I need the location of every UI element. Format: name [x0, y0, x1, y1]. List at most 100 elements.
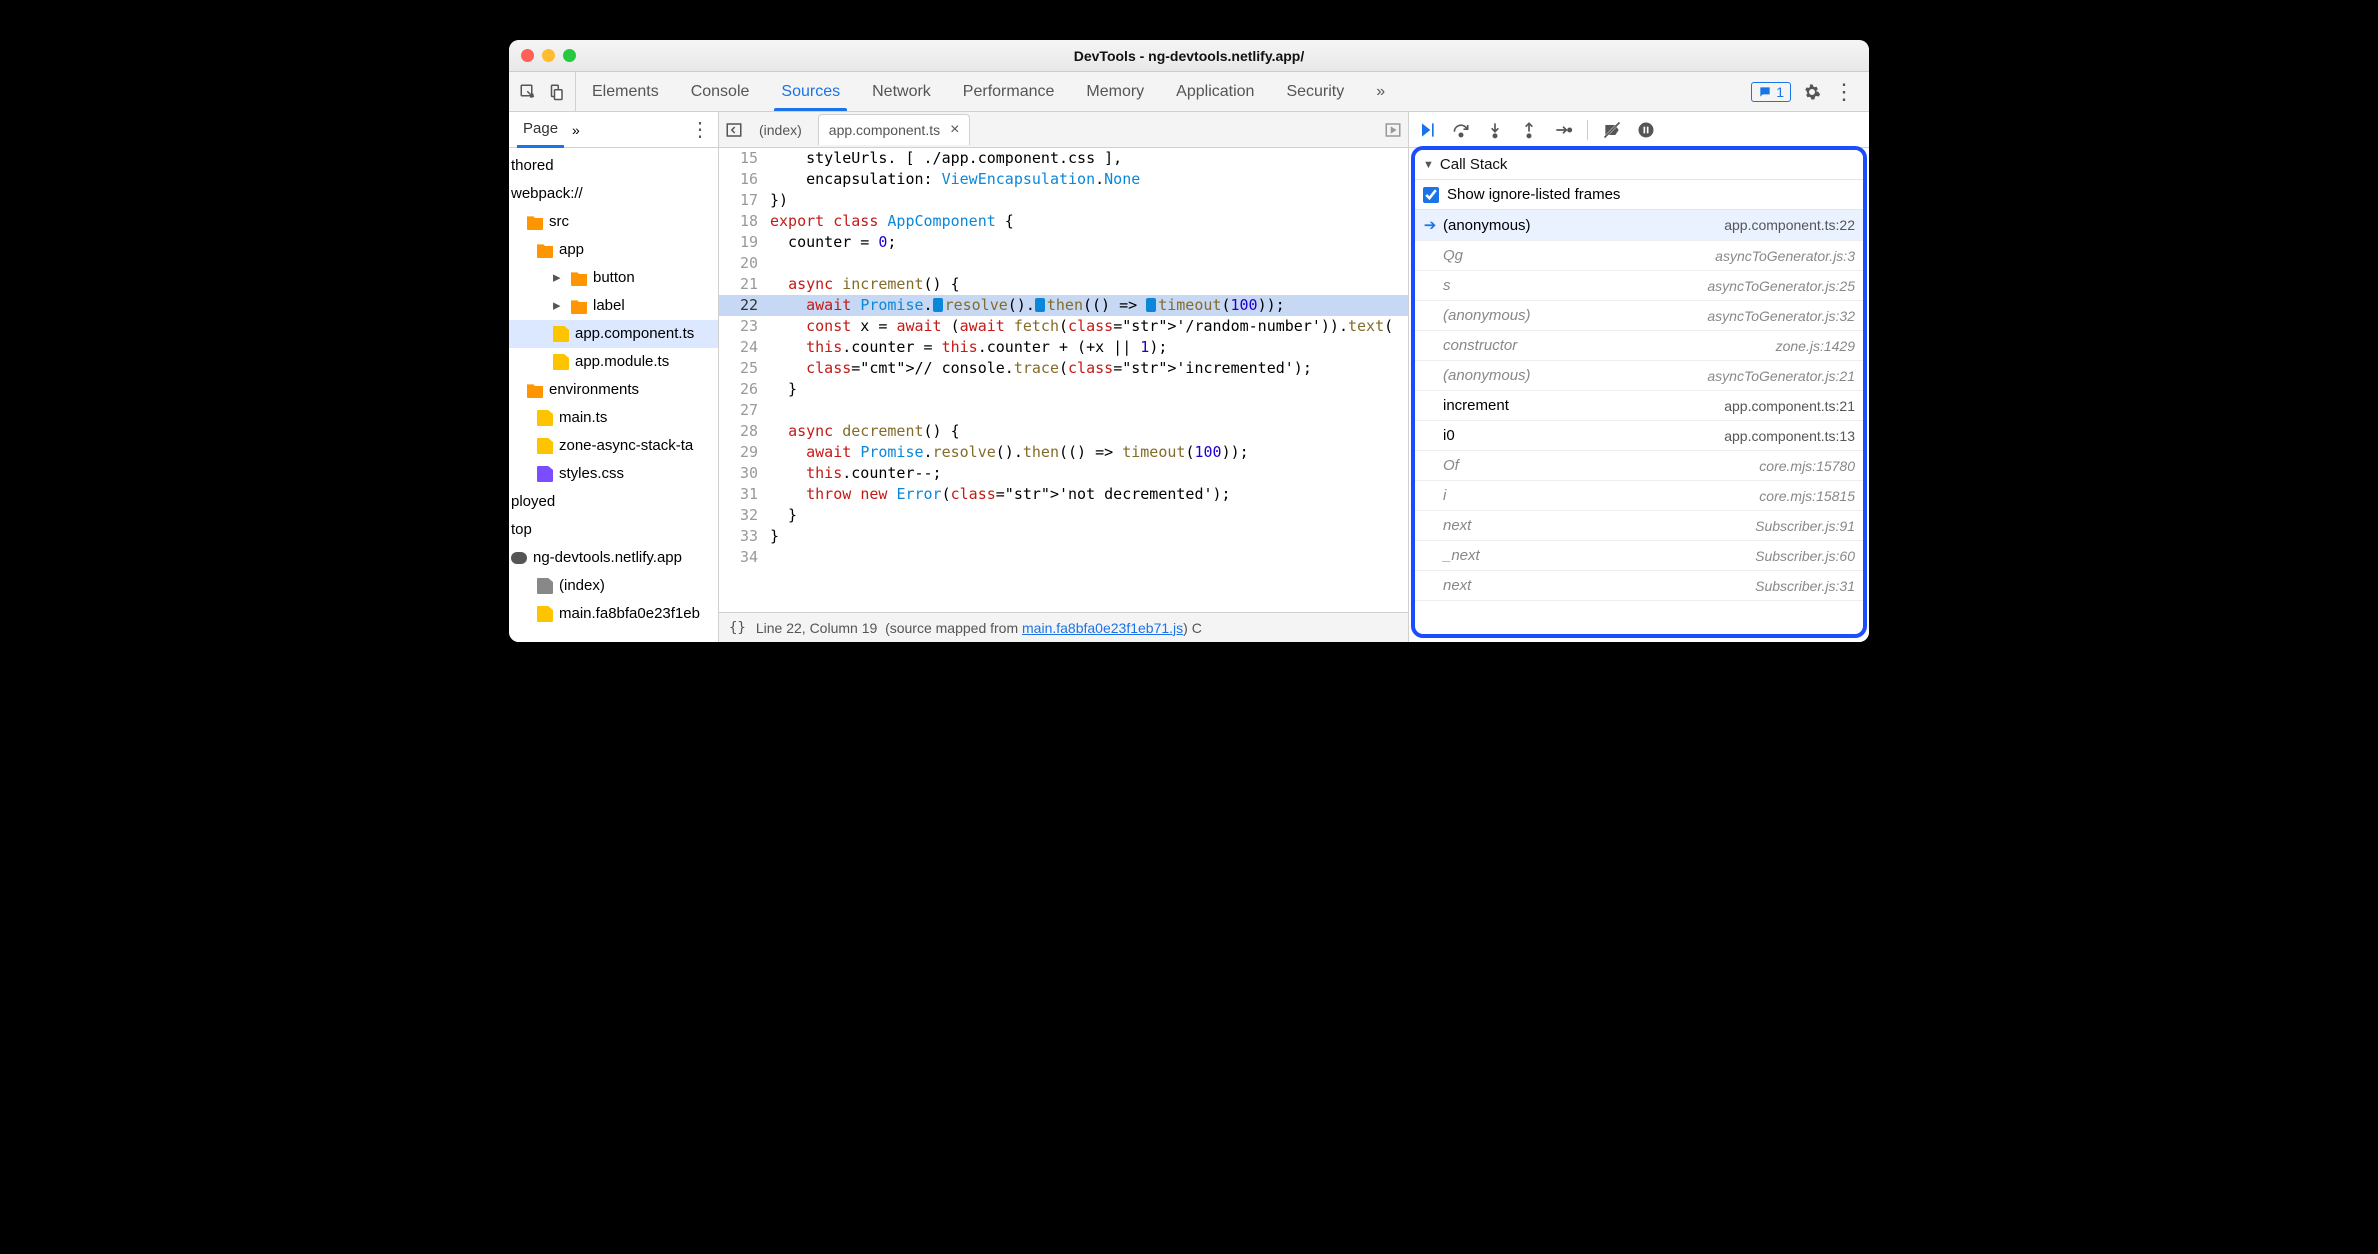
code-line[interactable]: 26 } — [719, 379, 1408, 400]
tree-item[interactable]: webpack:// — [509, 180, 718, 208]
call-stack-frame[interactable]: i0app.component.ts:13 — [1415, 421, 1863, 451]
tree-item[interactable]: environments — [509, 376, 718, 404]
tree-item[interactable]: top — [509, 516, 718, 544]
code-line[interactable]: 15 styleUrls. [ ./app.component.css ], — [719, 148, 1408, 169]
run-snippet-icon[interactable] — [1384, 121, 1402, 139]
tree-item[interactable]: app.component.ts — [509, 320, 718, 348]
gutter[interactable]: 29 — [719, 442, 764, 463]
code-line[interactable]: 29 await Promise.resolve().then(() => ti… — [719, 442, 1408, 463]
code-line[interactable]: 33} — [719, 526, 1408, 547]
tab-security[interactable]: Security — [1270, 72, 1360, 111]
gutter[interactable]: 28 — [719, 421, 764, 442]
gutter[interactable]: 24 — [719, 337, 764, 358]
tree-item[interactable]: ng-devtools.netlify.app — [509, 544, 718, 572]
tree-item[interactable]: app — [509, 236, 718, 264]
pretty-print-icon[interactable]: {} — [729, 620, 746, 636]
code-line[interactable]: 16 encapsulation: ViewEncapsulation.None — [719, 169, 1408, 190]
tree-item[interactable]: (index) — [509, 572, 718, 600]
tab-console[interactable]: Console — [675, 72, 766, 111]
gutter[interactable]: 27 — [719, 400, 764, 421]
editor-tab[interactable]: app.component.ts× — [818, 114, 971, 145]
call-stack-frame[interactable]: (anonymous)asyncToGenerator.js:32 — [1415, 301, 1863, 331]
gutter[interactable]: 19 — [719, 232, 764, 253]
gutter[interactable]: 31 — [719, 484, 764, 505]
more-icon[interactable]: ⋮ — [1833, 79, 1855, 105]
call-stack-header[interactable]: Call Stack — [1415, 150, 1863, 180]
call-stack-frame[interactable]: icore.mjs:15815 — [1415, 481, 1863, 511]
step-icon[interactable] — [1553, 120, 1573, 140]
code-editor[interactable]: 15 styleUrls. [ ./app.component.css ],16… — [719, 148, 1408, 612]
call-stack-frame[interactable]: incrementapp.component.ts:21 — [1415, 391, 1863, 421]
code-line[interactable]: 21 async increment() { — [719, 274, 1408, 295]
deactivate-breakpoints-icon[interactable] — [1602, 120, 1622, 140]
code-line[interactable]: 34 — [719, 547, 1408, 568]
code-line[interactable]: 20 — [719, 253, 1408, 274]
gutter[interactable]: 25 — [719, 358, 764, 379]
code-line[interactable]: 31 throw new Error(class="str">'not decr… — [719, 484, 1408, 505]
call-stack-frame[interactable]: (anonymous)asyncToGenerator.js:21 — [1415, 361, 1863, 391]
tree-item[interactable]: styles.css — [509, 460, 718, 488]
show-ignored-toggle[interactable]: Show ignore-listed frames — [1415, 180, 1863, 210]
inspect-icon[interactable] — [519, 83, 537, 101]
call-stack-frame[interactable]: nextSubscriber.js:91 — [1415, 511, 1863, 541]
tree-item[interactable]: zone-async-stack-ta — [509, 432, 718, 460]
code-line[interactable]: 23 const x = await (await fetch(class="s… — [719, 316, 1408, 337]
call-stack-frame[interactable]: ➔(anonymous)app.component.ts:22 — [1415, 210, 1863, 241]
code-line[interactable]: 17}) — [719, 190, 1408, 211]
call-stack-frame[interactable]: _nextSubscriber.js:60 — [1415, 541, 1863, 571]
gutter[interactable]: 26 — [719, 379, 764, 400]
tree-item[interactable]: main.ts — [509, 404, 718, 432]
navigator-more-icon[interactable]: ⋮ — [690, 117, 710, 142]
gutter[interactable]: 34 — [719, 547, 764, 568]
gutter[interactable]: 15 — [719, 148, 764, 169]
issues-chip[interactable]: 1 — [1751, 82, 1791, 102]
tab-elements[interactable]: Elements — [576, 72, 675, 111]
code-line[interactable]: 18export class AppComponent { — [719, 211, 1408, 232]
tab-performance[interactable]: Performance — [947, 72, 1071, 111]
sourcemap-link[interactable]: main.fa8bfa0e23f1eb71.js — [1022, 620, 1183, 636]
code-line[interactable]: 27 — [719, 400, 1408, 421]
tree-item[interactable]: ployed — [509, 488, 718, 516]
tab-network[interactable]: Network — [856, 72, 947, 111]
code-line[interactable]: 22 await Promise.resolve().then(() => ti… — [719, 295, 1408, 316]
gutter[interactable]: 30 — [719, 463, 764, 484]
gutter[interactable]: 23 — [719, 316, 764, 337]
step-into-icon[interactable] — [1485, 120, 1505, 140]
tab-sources[interactable]: Sources — [765, 72, 856, 111]
step-out-icon[interactable] — [1519, 120, 1539, 140]
tree-item[interactable]: src — [509, 208, 718, 236]
gutter[interactable]: 18 — [719, 211, 764, 232]
step-over-icon[interactable] — [1451, 120, 1471, 140]
device-icon[interactable] — [547, 83, 565, 101]
gutter[interactable]: 17 — [719, 190, 764, 211]
code-line[interactable]: 32 } — [719, 505, 1408, 526]
gutter[interactable]: 22 — [719, 295, 764, 316]
code-line[interactable]: 25 class="cmt">// console.trace(class="s… — [719, 358, 1408, 379]
gear-icon[interactable] — [1803, 83, 1821, 101]
close-icon[interactable] — [521, 49, 534, 62]
call-stack-frame[interactable]: QgasyncToGenerator.js:3 — [1415, 241, 1863, 271]
tabs-overflow-icon[interactable]: » — [1360, 72, 1401, 111]
gutter[interactable]: 32 — [719, 505, 764, 526]
navigator-overflow-icon[interactable]: » — [572, 122, 580, 138]
minimize-icon[interactable] — [542, 49, 555, 62]
tree-item[interactable]: ▸label — [509, 292, 718, 320]
gutter[interactable]: 16 — [719, 169, 764, 190]
file-tree[interactable]: thoredwebpack://srcapp▸button▸labelapp.c… — [509, 148, 718, 642]
show-ignored-checkbox[interactable] — [1423, 187, 1439, 203]
tree-item[interactable]: app.module.ts — [509, 348, 718, 376]
nav-back-icon[interactable] — [725, 121, 743, 139]
code-line[interactable]: 30 this.counter--; — [719, 463, 1408, 484]
navigator-page-tab[interactable]: Page — [517, 112, 564, 148]
tab-memory[interactable]: Memory — [1070, 72, 1160, 111]
code-line[interactable]: 19 counter = 0; — [719, 232, 1408, 253]
call-stack-frame[interactable]: Ofcore.mjs:15780 — [1415, 451, 1863, 481]
code-line[interactable]: 28 async decrement() { — [719, 421, 1408, 442]
gutter[interactable]: 20 — [719, 253, 764, 274]
call-stack-frame[interactable]: constructorzone.js:1429 — [1415, 331, 1863, 361]
resume-icon[interactable] — [1417, 120, 1437, 140]
code-line[interactable]: 24 this.counter = this.counter + (+x || … — [719, 337, 1408, 358]
pause-exceptions-icon[interactable] — [1636, 120, 1656, 140]
maximize-icon[interactable] — [563, 49, 576, 62]
tree-item[interactable]: ▸button — [509, 264, 718, 292]
